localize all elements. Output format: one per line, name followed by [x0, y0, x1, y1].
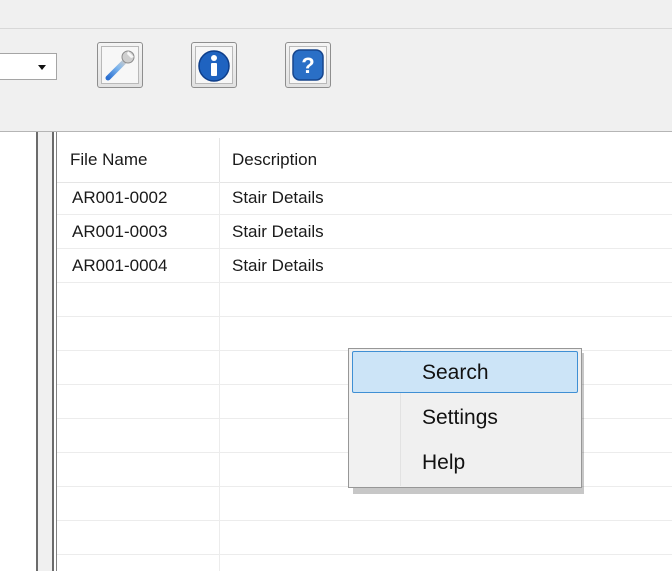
list-header: File Name Description — [57, 132, 672, 183]
toolbar-separator — [0, 119, 672, 132]
cell-file-name: AR001-0002 — [72, 188, 168, 207]
cell-file-name: AR001-0003 — [72, 222, 168, 241]
table-row[interactable]: AR001-0004 Stair Details — [57, 250, 672, 283]
help-icon: ? — [292, 49, 324, 81]
empty-row — [57, 318, 672, 351]
cell-description: Stair Details — [232, 222, 324, 241]
cell-description: Stair Details — [232, 256, 324, 275]
column-gridline — [219, 182, 220, 571]
toolbar: ? — [0, 29, 672, 120]
menu-item-label: Settings — [422, 406, 498, 429]
menu-item-label: Help — [422, 451, 466, 474]
chevron-down-icon[interactable] — [38, 65, 46, 70]
pane-splitter[interactable] — [36, 132, 54, 571]
help-button[interactable]: ? — [285, 42, 331, 88]
cell-file-name: AR001-0004 — [72, 256, 168, 275]
context-menu: Search Settings Help — [348, 348, 582, 488]
menu-item-settings[interactable]: Settings — [352, 396, 578, 438]
column-header-description[interactable]: Description — [232, 150, 317, 170]
table-row[interactable]: AR001-0002 Stair Details — [57, 182, 672, 215]
wrench-icon — [105, 50, 135, 81]
empty-row — [57, 522, 672, 555]
left-pane — [0, 132, 36, 571]
menu-item-search[interactable]: Search — [352, 351, 578, 393]
table-row[interactable]: AR001-0003 Stair Details — [57, 216, 672, 249]
menu-item-help[interactable]: Help — [352, 441, 578, 483]
dropdown-select[interactable] — [0, 53, 57, 80]
column-header-file-name[interactable]: File Name — [70, 150, 147, 170]
empty-row — [57, 556, 672, 571]
info-icon — [198, 50, 230, 82]
svg-text:?: ? — [301, 53, 314, 78]
title-strip — [0, 0, 672, 29]
cell-description: Stair Details — [232, 188, 324, 207]
column-divider[interactable] — [219, 138, 220, 182]
empty-row — [57, 284, 672, 317]
menu-item-label: Search — [422, 361, 489, 384]
settings-button[interactable] — [97, 42, 143, 88]
info-button[interactable] — [191, 42, 237, 88]
